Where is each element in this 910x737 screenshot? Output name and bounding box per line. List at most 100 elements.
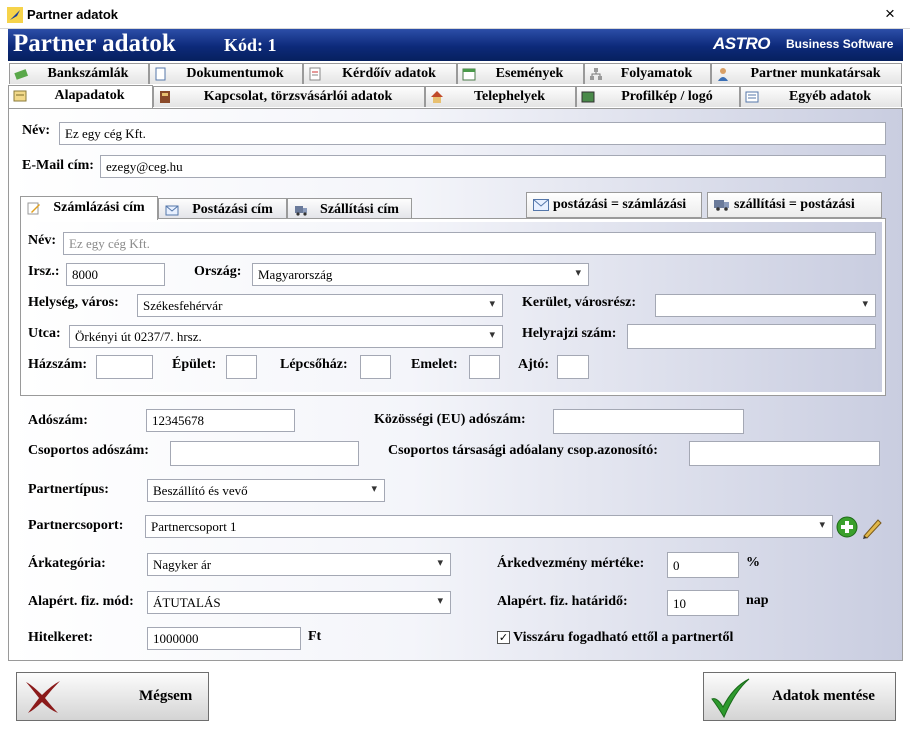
nev-input[interactable]: Ez egy cég Kft. <box>59 122 886 145</box>
address-nev-input[interactable]: Ez egy cég Kft. <box>63 232 876 255</box>
brand-logo: ASTRO <box>713 34 771 53</box>
tab-label: Folyamatok <box>620 66 693 81</box>
fizmod-label: Alapért. fiz. mód: <box>28 594 134 609</box>
partnertipus-label: Partnertípus: <box>28 482 109 497</box>
tab-bankszamlak[interactable]: Bankszámlák <box>9 63 149 84</box>
hitelkeret-input[interactable]: 1000000 <box>147 627 301 650</box>
tab-szallitasi-cim[interactable]: Szállítási cím <box>287 198 412 220</box>
tab-label: Szállítási cím <box>320 202 399 217</box>
tab-label: Profilkép / logó <box>621 89 713 104</box>
ajto-label: Ajtó: <box>518 357 550 372</box>
partnertipus-select[interactable]: Beszállító és vevő <box>147 479 385 502</box>
tab-label: Partner munkatársak <box>750 66 881 81</box>
lepcsohaz-input[interactable] <box>360 355 391 379</box>
kerulet-label: Kerület, városrész: <box>522 295 637 310</box>
partnercsoport-select[interactable]: Partnercsoport 1 <box>145 515 833 538</box>
copy-to-szallitasi-button[interactable]: szállítási = postázási <box>707 192 882 218</box>
copy-to-postazasi-button[interactable]: postázási = számlázási <box>526 192 702 218</box>
tab-alapadatok[interactable]: Alapadatok <box>8 85 153 108</box>
page-title: Partner adatok <box>13 30 176 57</box>
emelet-input[interactable] <box>469 355 500 379</box>
csop-azonosito-input[interactable] <box>689 441 880 466</box>
checkmark-icon <box>711 678 750 719</box>
tab-label: Számlázási cím <box>53 200 145 215</box>
irsz-input[interactable]: 8000 <box>66 263 165 286</box>
utca-select[interactable]: Örkényi út 0237/7. hrsz. <box>69 325 503 348</box>
eu-adoszam-label: Közösségi (EU) adószám: <box>374 412 526 427</box>
tab-label: Bankszámlák <box>47 66 129 81</box>
adoszam-label: Adószám: <box>28 413 88 428</box>
envelope-icon <box>533 199 549 211</box>
add-partnercsoport-icon[interactable] <box>836 516 858 538</box>
arkategoria-select[interactable]: Nagyker ár <box>147 553 451 576</box>
hatarido-label: Alapért. fiz. határidő: <box>497 594 628 609</box>
tab-dokumentumok[interactable]: Dokumentumok <box>149 63 303 84</box>
cancel-button[interactable]: Mégsem <box>16 672 209 721</box>
tab-label: Egyéb adatok <box>788 89 872 104</box>
arkedvezmeny-input[interactable]: 0 <box>667 552 739 578</box>
helyrajzi-szam-label: Helyrajzi szám: <box>522 326 617 341</box>
title-bar: Partner adatok × <box>0 0 910 29</box>
address-nev-label: Név: <box>28 233 56 248</box>
select-value: Beszállító és vevő <box>153 483 248 498</box>
csoportos-adoszam-input[interactable] <box>170 441 359 466</box>
tab-label: Alapadatok <box>54 88 125 103</box>
select-value: Magyarország <box>258 267 333 282</box>
fizmod-select[interactable]: ÁTUTALÁS <box>147 591 451 614</box>
tab-partner-munkatarsak[interactable]: Partner munkatársak <box>711 63 902 84</box>
arkedvezmeny-unit: % <box>746 555 760 570</box>
email-label: E-Mail cím: <box>22 158 94 173</box>
helyseg-select[interactable]: Székesfehérvár <box>137 294 503 317</box>
email-input[interactable]: ezegy@ceg.hu <box>100 155 886 178</box>
tab-folyamatok[interactable]: Folyamatok <box>584 63 711 84</box>
select-value: Partnercsoport 1 <box>151 519 237 534</box>
eu-adoszam-input[interactable] <box>553 409 744 434</box>
lepcsohaz-label: Lépcsőház: <box>280 357 348 372</box>
adoszam-input[interactable]: 12345678 <box>146 409 295 432</box>
tab-telephelyek[interactable]: Telephelyek <box>425 86 576 107</box>
visszaru-checkbox[interactable]: ✓ <box>497 631 510 644</box>
tab-kerdoiv-adatok[interactable]: Kérdőív adatok <box>303 63 457 84</box>
cancel-x-icon <box>26 681 60 713</box>
hazszam-label: Házszám: <box>28 357 88 372</box>
tab-egyeb-adatok[interactable]: Egyéb adatok <box>740 86 902 107</box>
ajto-input[interactable] <box>557 355 589 379</box>
arkategoria-label: Árkategória: <box>28 556 106 571</box>
edit-partnercsoport-icon[interactable] <box>861 515 883 539</box>
tab-label: Események <box>495 66 564 81</box>
helyseg-label: Helység, város: <box>28 295 119 310</box>
button-label: postázási = számlázási <box>553 197 687 212</box>
csoportos-adoszam-label: Csoportos adószám: <box>28 443 149 458</box>
tab-label: Kérdőív adatok <box>342 66 436 81</box>
save-button[interactable]: Adatok mentése <box>703 672 896 721</box>
epulet-input[interactable] <box>226 355 257 379</box>
partner-code: Kód: 1 <box>224 35 277 55</box>
hazszam-input[interactable] <box>96 355 153 379</box>
truck-icon <box>714 200 729 211</box>
irsz-label: Irsz.: <box>28 264 60 279</box>
tab-esemenyek[interactable]: Események <box>457 63 584 84</box>
helyrajzi-szam-input[interactable] <box>627 324 876 349</box>
hatarido-input[interactable]: 10 <box>667 590 739 616</box>
hatarido-unit: nap <box>746 593 769 608</box>
tab-label: Kapcsolat, törzsvásárlói adatok <box>203 89 393 104</box>
brand-subtitle: Business Software <box>786 37 894 51</box>
utca-label: Utca: <box>28 326 61 341</box>
select-value: Székesfehérvár <box>143 298 223 313</box>
button-label: szállítási = postázási <box>734 197 855 212</box>
tab-kapcsolat[interactable]: Kapcsolat, törzsvásárlói adatok <box>153 86 425 107</box>
kerulet-select[interactable] <box>655 294 876 317</box>
close-button[interactable]: × <box>881 4 899 24</box>
tab-label: Telephelyek <box>473 89 546 104</box>
tab-postazasi-cim[interactable]: Postázási cím <box>158 198 287 220</box>
select-value: ÁTUTALÁS <box>153 595 221 610</box>
csop-azonosito-label: Csoportos társasági adóalany csop.azonos… <box>388 443 658 458</box>
cancel-button-label: Mégsem <box>139 688 193 704</box>
orszag-select[interactable]: Magyarország <box>252 263 589 286</box>
tab-szamlazasi-cim[interactable]: Számlázási cím <box>20 196 158 220</box>
app-icon <box>7 7 23 23</box>
tab-profilkep-logo[interactable]: Profilkép / logó <box>576 86 740 107</box>
hitelkeret-label: Hitelkeret: <box>28 630 94 645</box>
epulet-label: Épület: <box>172 357 217 372</box>
select-value: Örkényi út 0237/7. hrsz. <box>75 329 202 344</box>
